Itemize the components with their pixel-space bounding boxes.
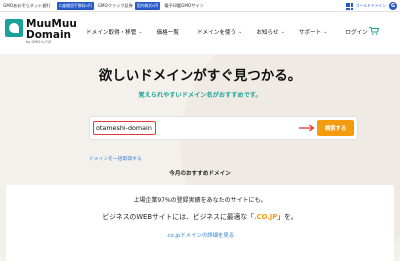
topbar-right: ゴールドドメイン G bbox=[345, 2, 397, 10]
login-link[interactable]: ログイン bbox=[345, 28, 367, 36]
topbar-right-link[interactable]: ゴールドドメイン bbox=[356, 3, 386, 9]
co-jp-highlight: .CO.JP bbox=[253, 213, 278, 221]
search-button[interactable]: 検索する bbox=[317, 120, 354, 136]
bulk-register-link[interactable]: ドメインを一括取得する bbox=[89, 155, 142, 162]
chevron-down-icon: ⌄ bbox=[238, 29, 243, 35]
main-nav: ドメイン取得・移管 ⌄ 価格一覧 ドメインを使う ⌄ お知らせ ⌄ サポート ⌄ ログイ… bbox=[86, 28, 368, 36]
chevron-down-icon: ⌄ bbox=[138, 29, 143, 35]
topbar-link-securities[interactable]: GMOクリック証券 国内株式0円 bbox=[98, 1, 161, 10]
arrow-right-icon bbox=[299, 124, 315, 132]
logo-line2: Domain bbox=[26, 28, 72, 41]
domain-search-input[interactable] bbox=[93, 121, 156, 135]
promo-card: 上場企業97%の登録実績をあなたのサイトにも。 ビジネスのWEBサイトには、ビジ… bbox=[6, 185, 394, 261]
logo[interactable]: MuuMuu Domain by GMOペパボ bbox=[5, 19, 77, 45]
top-utility-bar: GMOあおぞらネット銀行 口座開設手数料0円 GMOクリック証券 国内株式0円 電… bbox=[0, 0, 400, 12]
nav-item-domain-acquire[interactable]: ドメイン取得・移管 ⌄ bbox=[86, 28, 143, 36]
promo-line1: 上場企業97%の登録実績をあなたのサイトにも。 bbox=[133, 197, 267, 204]
domain-search-form: 検索する bbox=[89, 116, 358, 140]
logo-mark-icon bbox=[5, 19, 23, 37]
nav-item-price-list[interactable]: 価格一覧 bbox=[157, 28, 179, 36]
site-header: MuuMuu Domain by GMOペパボ ドメイン取得・移管 ⌄ 価格一覧 … bbox=[0, 12, 400, 54]
hero-section: 欲しいドメインがすぐ見つかる。 覚えられやすいドメイン名がおすすめです。 検索す… bbox=[0, 54, 400, 261]
logo-text: MuuMuu Domain by GMOペパボ bbox=[26, 19, 77, 45]
logo-by: by GMOペパボ bbox=[26, 40, 52, 44]
topbar-badge-stocks: 国内株式0円 bbox=[134, 1, 161, 10]
topbar-badge-account[interactable]: 口座開設手数料0円 bbox=[55, 1, 94, 10]
promo-line2: ビジネスのWEBサイトには、ビジネスに最適な「.CO.JP」を。 bbox=[102, 213, 298, 221]
page-title: 欲しいドメインがすぐ見つかる。 bbox=[98, 68, 302, 84]
grid-icon[interactable] bbox=[345, 2, 353, 10]
chevron-down-icon: ⌄ bbox=[323, 29, 328, 35]
cart-icon[interactable] bbox=[369, 27, 379, 35]
nav-item-use-domain[interactable]: ドメインを使う ⌄ bbox=[197, 28, 242, 36]
chevron-down-icon: ⌄ bbox=[280, 29, 285, 35]
nav-item-support[interactable]: サポート ⌄ bbox=[299, 28, 328, 36]
co-jp-details-link[interactable]: .co.jpドメインの詳細を見る bbox=[6, 231, 394, 239]
hero-subtitle: 覚えられやすいドメイン名がおすすめです。 bbox=[138, 92, 262, 99]
topbar-link-sign[interactable]: 電子印鑑GMOサイン bbox=[164, 3, 203, 9]
nav-item-news[interactable]: お知らせ ⌄ bbox=[256, 28, 284, 36]
gmo-g-icon[interactable]: G bbox=[389, 2, 397, 10]
recommended-heading: 今月のおすすめドメイン bbox=[169, 171, 231, 177]
logo-line1: MuuMuu bbox=[26, 18, 77, 30]
topbar-link-bank[interactable]: GMOあおぞらネット銀行 bbox=[3, 3, 51, 9]
